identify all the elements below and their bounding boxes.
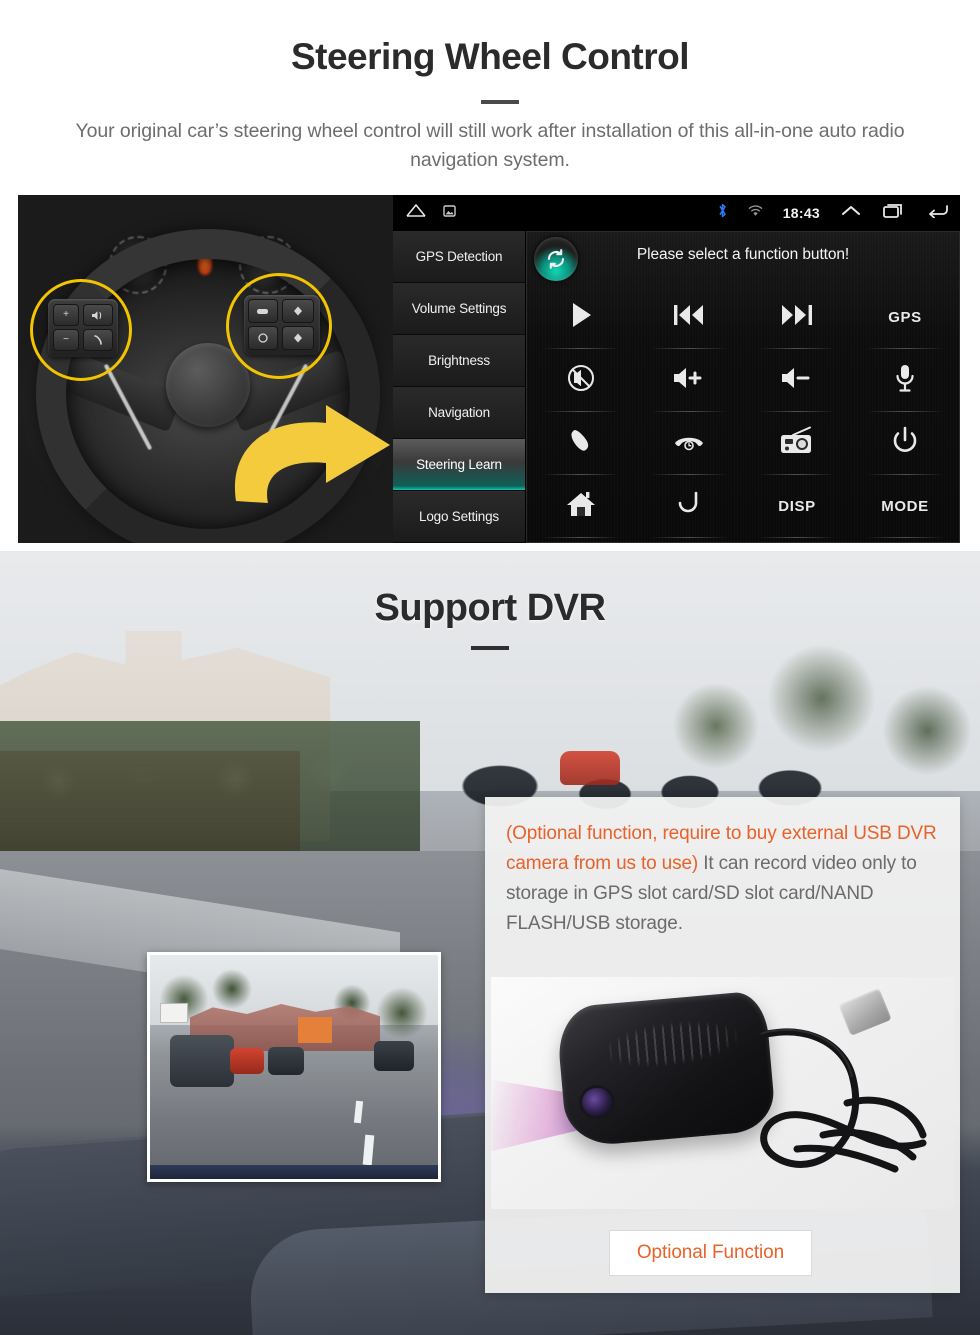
sidebar-item-gps-detection[interactable]: GPS Detection [393,231,525,283]
radio-icon [779,426,815,461]
sidebar-item-label: Steering Learn [416,457,502,472]
sidebar-item-steering-learn[interactable]: Steering Learn [393,439,525,491]
function-button-previous[interactable] [635,286,743,349]
power-icon [891,426,919,461]
preview-red-car [230,1048,264,1074]
dashcam-video-preview [147,952,441,1182]
sidebar-item-navigation[interactable]: Navigation [393,387,525,439]
yellow-right-arrow [218,383,393,513]
next-track-icon [780,302,814,333]
previous-track-icon [672,302,706,333]
sidebar-item-brightness[interactable]: Brightness [393,335,525,387]
bluetooth-icon [717,202,728,224]
title-divider [481,100,519,104]
car-radio-screen: 18:43 GPS Detection Volume Settings Brig… [393,195,960,543]
preview-suv [170,1035,234,1087]
settings-sidebar: GPS Detection Volume Settings Brightness… [393,231,526,543]
page-title: Steering Wheel Control [290,36,690,77]
function-button-home[interactable] [527,475,635,538]
sidebar-item-logo-settings[interactable]: Logo Settings [393,491,525,543]
steering-learn-panel: Please select a function button! GPS DIS… [526,231,960,543]
back-icon[interactable] [926,203,950,223]
home-icon[interactable] [405,203,427,223]
instruction-text: Please select a function button! [636,246,850,263]
function-button-power[interactable] [851,412,959,475]
status-bar-clock: 18:43 [782,205,820,221]
screenshot-icon[interactable] [443,204,456,222]
function-button-grid: GPS DISP MODE [527,286,959,538]
recents-icon[interactable] [882,203,906,224]
function-button-label: GPS [888,309,922,326]
optional-function-button[interactable]: Optional Function [609,1230,812,1276]
hedge [0,721,420,871]
function-button-label: DISP [778,498,816,515]
play-icon [567,300,595,335]
function-button-play[interactable] [527,286,635,349]
sidebar-item-label: Logo Settings [419,509,499,524]
function-button-disp[interactable]: DISP [743,475,851,538]
sidebar-item-volume-settings[interactable]: Volume Settings [393,283,525,335]
dvr-info-panel: (Optional function, require to buy exter… [485,797,960,1293]
wifi-icon [748,204,763,222]
preview-dark-car [268,1047,304,1075]
section-title: Support DVR [374,587,606,629]
title-divider [471,646,509,650]
sidebar-item-label: Navigation [428,405,490,420]
preview-parked-car [374,1041,414,1071]
preview-orange-truck [298,1017,332,1043]
usb-cable [731,1028,927,1173]
function-button-radio[interactable] [743,412,851,475]
radio-settings-screen: GPS Detection Volume Settings Brightness… [393,231,960,543]
yellow-circle-highlight-right [226,273,332,379]
optional-function-label: Optional Function [636,1242,785,1263]
steering-wheel-media-composite: + − 18:43 GPS Detection Volume Settings … [18,195,960,543]
volume-down-icon [780,365,814,396]
sidebar-item-label: Brightness [428,353,490,368]
dvr-info-text: (Optional function, require to buy exter… [506,819,938,939]
usb-dvr-camera-photo [491,977,954,1209]
collapse-up-icon[interactable] [840,204,862,223]
preview-dashboard-edge [150,1165,438,1179]
function-button-gps[interactable]: GPS [851,286,959,349]
function-button-volume-down[interactable] [743,349,851,412]
function-button-voice[interactable] [851,349,959,412]
call-answer-icon [567,427,595,460]
function-button-end-call[interactable] [635,412,743,475]
function-button-answer-call[interactable] [527,412,635,475]
yellow-circle-highlight-left [30,279,132,381]
function-button-mute[interactable] [527,349,635,412]
sidebar-item-label: GPS Detection [415,249,503,264]
mute-icon [566,363,596,398]
steering-wheel-control-section: Steering Wheel Control Your original car… [0,0,980,551]
function-button-mode[interactable]: MODE [851,475,959,538]
preview-road-sign [160,1003,188,1023]
function-button-label: MODE [881,498,929,515]
home-icon [566,490,596,523]
microphone-icon [894,363,916,398]
function-button-next[interactable] [743,286,851,349]
android-status-bar: 18:43 [393,195,960,231]
sidebar-item-label: Volume Settings [411,301,507,316]
steering-wheel-photo: + − [18,195,393,543]
red-car [560,751,620,785]
function-button-return[interactable] [635,475,743,538]
page-subtitle: Your original car’s steering wheel contr… [75,120,905,171]
volume-up-icon [672,365,706,396]
call-end-icon [672,428,706,459]
function-button-volume-up[interactable] [635,349,743,412]
back-return-icon [674,490,704,523]
